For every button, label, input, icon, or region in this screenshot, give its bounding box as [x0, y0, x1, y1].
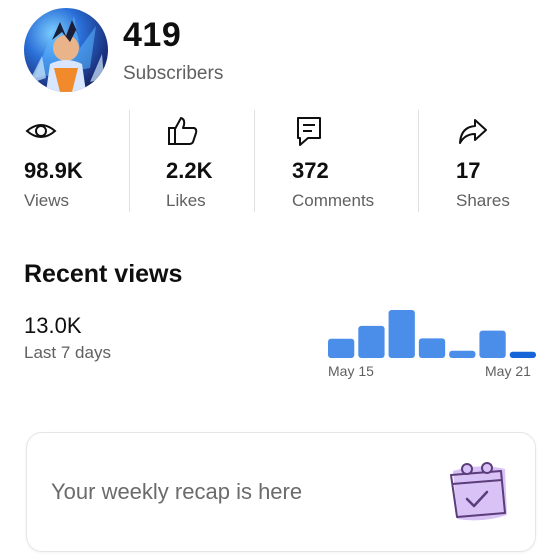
shares-value: 17 [456, 158, 481, 183]
divider [254, 110, 255, 212]
thumbs-up-icon [166, 114, 200, 148]
recent-views-value: 13.0K [24, 313, 82, 338]
comment-icon [292, 114, 326, 148]
divider [129, 110, 130, 212]
shares-label: Shares [456, 191, 510, 210]
avatar[interactable] [24, 8, 108, 92]
divider [418, 110, 419, 212]
chart-bar-may-15 [328, 338, 355, 358]
recent-views-chart[interactable] [328, 300, 536, 360]
weekly-recap-card[interactable]: Your weekly recap is here [26, 432, 536, 552]
calendar-check-icon [443, 457, 515, 529]
likes-label: Likes [166, 191, 206, 210]
channel-header: 419 Subscribers [24, 8, 536, 94]
chart-bar-may-17 [388, 310, 415, 358]
x-tick-label-start: May 15 [328, 363, 374, 379]
subscriber-label: Subscribers [123, 63, 224, 84]
chart-bar-may-21 [509, 351, 536, 358]
views-value: 98.9K [24, 158, 83, 183]
views-label: Views [24, 191, 70, 210]
chart-bar-may-20 [479, 330, 506, 358]
x-tick-label-end: May 21 [485, 363, 531, 379]
likes-value: 2.2K [166, 158, 213, 183]
eye-icon [24, 114, 58, 148]
comments-value: 372 [292, 158, 329, 183]
recap-text: Your weekly recap is here [51, 479, 303, 504]
chart-bar-may-18 [418, 338, 446, 358]
comments-label: Comments [292, 191, 375, 210]
subscriber-count: 419 [123, 16, 182, 54]
share-icon [456, 114, 490, 148]
recent-views-period: Last 7 days [24, 343, 111, 362]
chart-bar-may-19 [449, 350, 476, 358]
recent-views-title: Recent views [24, 260, 183, 288]
stats-row: 98.9K Views 2.2K Likes 372 Comments 17 S… [0, 110, 560, 214]
chart-bar-may-16 [358, 325, 385, 358]
